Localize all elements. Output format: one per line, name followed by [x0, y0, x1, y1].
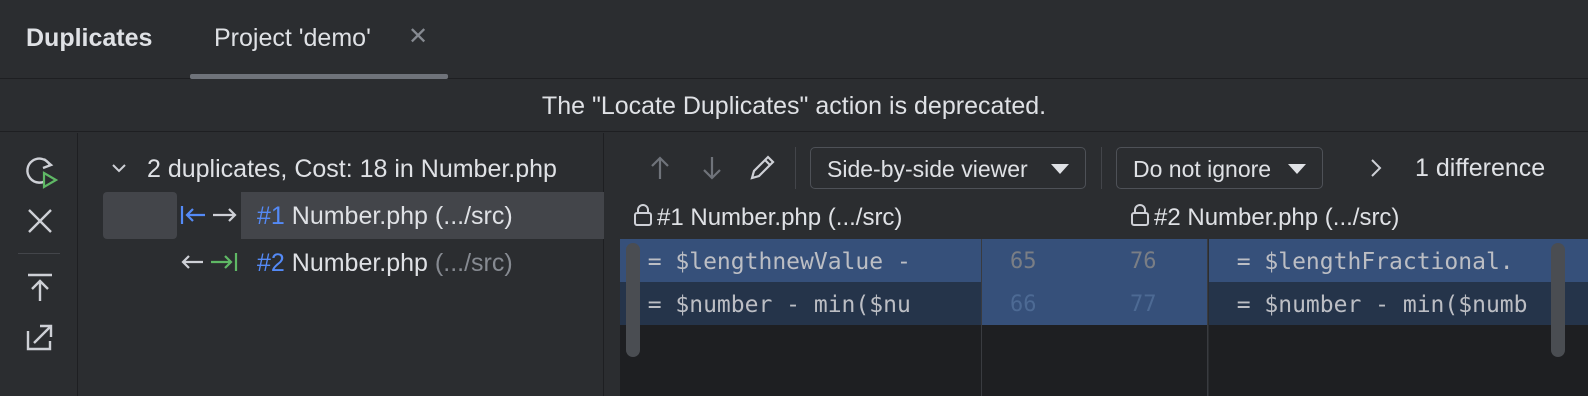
close-icon[interactable]: ✕ [408, 25, 428, 49]
arrow-up-icon[interactable] [643, 151, 677, 185]
right-file-header: #2 Number.php (.../src) [1130, 203, 1399, 239]
left-scrollbar[interactable] [626, 243, 640, 357]
tab-selected-indicator [190, 74, 448, 79]
duplicates-tree: 2 duplicates, Cost: 18 in Number.php #1 … [79, 133, 604, 396]
tree-root-label: 2 duplicates, Cost: 18 in Number.php [147, 155, 557, 183]
open-external-icon[interactable] [20, 317, 60, 357]
code-line: = $lengthFractional. [1209, 239, 1588, 282]
lock-icon [1131, 204, 1149, 226]
chevron-down-icon[interactable] [109, 158, 129, 178]
toolbar-separator [1101, 147, 1102, 189]
diff-panel: Side-by-side viewer Do not ignore 1 diff… [605, 133, 1588, 396]
deprecation-banner: The "Locate Duplicates" action is deprec… [0, 80, 1588, 132]
duplicate-path: (.../src) [434, 249, 513, 277]
arrow-down-icon[interactable] [695, 151, 729, 185]
viewer-mode-value: Side-by-side viewer [827, 156, 1028, 182]
export-icon[interactable] [20, 267, 60, 307]
left-line-number: 66 [1010, 292, 1037, 317]
diff-gutter: 65 76 66 77 [981, 239, 1208, 396]
left-toolbar [0, 133, 78, 396]
banner-text: The "Locate Duplicates" action is deprec… [541, 92, 1047, 120]
code-line: = $number - min($nu [620, 282, 981, 325]
duplicate-number: #2 [257, 249, 285, 277]
left-line-number: 65 [1010, 249, 1037, 274]
diff-toolbar: Side-by-side viewer Do not ignore 1 diff… [605, 133, 1588, 203]
toolbar-separator [795, 147, 796, 189]
chevron-down-icon [1288, 164, 1306, 174]
close-icon[interactable] [20, 201, 60, 241]
gutter-line: 65 76 [982, 239, 1207, 282]
duplicate-file: Number.php [291, 202, 428, 230]
right-file-title: #2 Number.php (.../src) [1154, 204, 1400, 231]
right-line-number: 77 [1130, 292, 1157, 317]
tab-label: Project 'demo' [214, 24, 371, 52]
right-scrollbar[interactable] [1551, 243, 1565, 357]
tree-item-2[interactable]: #2 Number.php (.../src) [79, 239, 604, 286]
code-line: = $number - min($numb [1209, 282, 1588, 325]
toolbar-separator [18, 253, 60, 254]
tree-root-row[interactable]: 2 duplicates, Cost: 18 in Number.php [79, 145, 604, 192]
code-line: = $lengthnewValue - [620, 239, 981, 282]
chevron-right-icon[interactable] [1359, 151, 1393, 185]
chevron-down-icon [1051, 164, 1069, 174]
left-editor[interactable]: = $lengthnewValue - = $number - min($nu [620, 239, 981, 396]
lock-icon [634, 204, 652, 226]
left-file-title: #1 Number.php (.../src) [657, 204, 903, 231]
tool-window-header: Duplicates Project 'demo' ✕ [0, 0, 1588, 79]
duplicate-file: Number.php [291, 249, 428, 277]
duplicate-first-icon [180, 206, 237, 224]
right-line-number: 76 [1130, 249, 1157, 274]
edit-icon[interactable] [745, 151, 779, 185]
ignore-policy-value: Do not ignore [1133, 156, 1272, 182]
selection-gutter [103, 192, 177, 239]
duplicate-second-icon [181, 253, 238, 271]
viewer-mode-dropdown[interactable]: Side-by-side viewer [810, 147, 1086, 189]
tree-item-1[interactable]: #1 Number.php (.../src) [79, 192, 604, 239]
gutter-line: 66 77 [982, 282, 1207, 325]
duplicate-path: (.../src) [434, 202, 513, 230]
tool-window-title: Duplicates [26, 24, 153, 52]
rerun-icon[interactable] [20, 151, 60, 191]
right-editor[interactable]: = $lengthFractional. = $number - min($nu… [1209, 239, 1588, 396]
difference-count: 1 difference [1415, 154, 1546, 182]
ignore-policy-dropdown[interactable]: Do not ignore [1116, 147, 1323, 189]
tab-project-demo[interactable]: Project 'demo' ✕ [190, 0, 448, 79]
left-file-header: #1 Number.php (.../src) [633, 203, 902, 239]
duplicate-number: #1 [257, 202, 285, 230]
